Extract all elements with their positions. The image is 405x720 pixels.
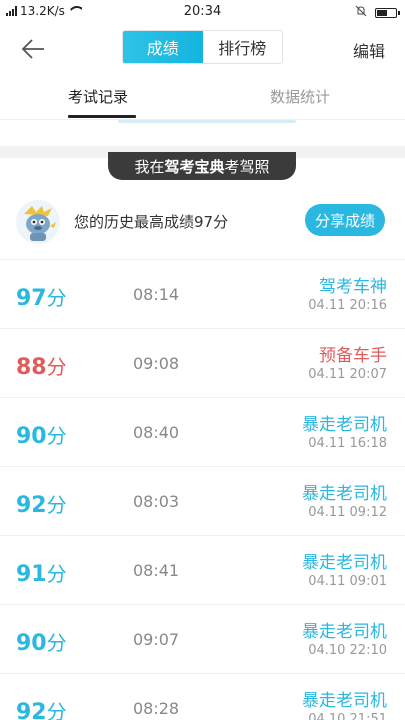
score-value: 88 <box>16 355 47 380</box>
best-score-card: 您的历史最高成绩97分 分享成绩 <box>0 190 405 260</box>
record-score: 92分 <box>16 696 67 720</box>
status-bar: 13.2K/s 20:34 <box>0 0 405 24</box>
record-date: 04.11 20:07 <box>308 367 387 382</box>
banner-suffix: 考驾照 <box>224 157 270 176</box>
best-score-text: 您的历史最高成绩97分 <box>74 213 229 231</box>
arrow-left-icon <box>21 39 44 59</box>
promo-banner: 我在 驾考宝典 考驾照 <box>108 152 296 180</box>
record-date: 04.11 16:18 <box>308 436 387 451</box>
share-score-button[interactable]: 分享成绩 <box>305 204 385 236</box>
scroll-indicator <box>118 120 296 123</box>
sub-tabs: 考试记录 数据统计 <box>0 78 405 120</box>
tab-leaderboard[interactable]: 排行榜 <box>203 31 283 63</box>
record-row[interactable]: 88分 09:08 预备车手 04.11 20:07 <box>0 329 405 398</box>
record-duration: 08:40 <box>133 423 180 442</box>
records-list: 97分 08:14 驾考车神 04.11 20:16 88分 09:08 预备车手 04.11… <box>0 260 405 720</box>
record-row[interactable]: 90分 08:40 暴走老司机 04.11 16:18 <box>0 398 405 467</box>
record-title: 预备车手 <box>319 346 387 366</box>
tab-statistics[interactable]: 数据统计 <box>270 86 330 107</box>
record-duration: 08:03 <box>133 492 180 511</box>
score-unit: 分 <box>46 286 67 310</box>
record-row[interactable]: 92分 08:03 暴走老司机 04.11 09:12 <box>0 467 405 536</box>
score-unit: 分 <box>46 355 67 379</box>
segmented-control: 成绩 排行榜 <box>122 30 283 64</box>
score-unit: 分 <box>46 493 67 517</box>
nav-bar: 成绩 排行榜 编辑 <box>0 24 405 74</box>
tab-exam-records[interactable]: 考试记录 <box>68 86 128 107</box>
record-date: 04.11 09:12 <box>308 505 387 520</box>
record-row[interactable]: 90分 09:07 暴走老司机 04.10 22:10 <box>0 605 405 674</box>
score-unit: 分 <box>46 631 67 655</box>
record-row[interactable]: 92分 08:28 暴走老司机 04.10 21:51 <box>0 674 405 720</box>
record-date: 04.11 09:01 <box>308 574 387 589</box>
mute-bell-icon <box>355 5 367 20</box>
active-tab-indicator <box>68 115 136 118</box>
score-unit: 分 <box>46 424 67 448</box>
score-value: 91 <box>16 562 47 587</box>
record-title: 暴走老司机 <box>302 484 387 504</box>
banner-prefix: 我在 <box>134 157 165 176</box>
score-unit: 分 <box>46 700 67 720</box>
record-title: 暴走老司机 <box>302 415 387 435</box>
score-value: 90 <box>16 631 47 656</box>
battery-level <box>377 9 387 16</box>
record-title: 暴走老司机 <box>302 622 387 642</box>
record-score: 92分 <box>16 489 67 518</box>
battery-icon <box>375 7 400 18</box>
mascot-avatar-icon <box>16 200 60 244</box>
score-value: 90 <box>16 424 47 449</box>
score-value: 97 <box>16 286 47 311</box>
record-duration: 08:41 <box>133 561 180 580</box>
tab-scores[interactable]: 成绩 <box>123 31 203 63</box>
record-score: 91分 <box>16 558 67 587</box>
record-duration: 08:28 <box>133 699 180 718</box>
record-duration: 08:14 <box>133 285 180 304</box>
record-score: 88分 <box>16 351 67 380</box>
record-row[interactable]: 97分 08:14 驾考车神 04.11 20:16 <box>0 260 405 329</box>
record-score: 97分 <box>16 282 67 311</box>
record-title: 暴走老司机 <box>302 691 387 711</box>
banner-brand: 驾考宝典 <box>164 157 225 176</box>
record-title: 驾考车神 <box>319 277 387 297</box>
record-date: 04.11 20:16 <box>308 298 387 313</box>
record-date: 04.10 22:10 <box>308 643 387 658</box>
score-value: 92 <box>16 493 47 518</box>
record-score: 90分 <box>16 420 67 449</box>
score-unit: 分 <box>46 562 67 586</box>
record-score: 90分 <box>16 627 67 656</box>
record-row[interactable]: 91分 08:41 暴走老司机 04.11 09:01 <box>0 536 405 605</box>
score-value: 92 <box>16 700 47 720</box>
record-title: 暴走老司机 <box>302 553 387 573</box>
back-button[interactable] <box>18 34 48 64</box>
record-duration: 09:07 <box>133 630 180 649</box>
record-duration: 09:08 <box>133 354 180 373</box>
edit-button[interactable]: 编辑 <box>353 38 385 62</box>
clock: 20:34 <box>183 4 222 19</box>
record-date: 04.10 21:51 <box>308 712 387 720</box>
